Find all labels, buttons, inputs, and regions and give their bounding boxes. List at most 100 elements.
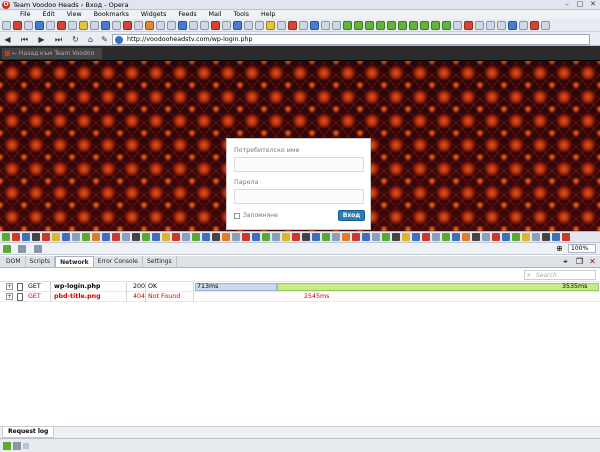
dock-icon[interactable]: ❐ [575, 257, 584, 266]
tab-icon[interactable] [90, 20, 99, 30]
menu-view[interactable]: View [61, 10, 88, 19]
menu-file[interactable]: File [0, 10, 37, 19]
tab-error-console[interactable]: Error Console [94, 256, 143, 267]
extension-icon[interactable] [552, 233, 560, 241]
tab-icon[interactable] [321, 20, 330, 30]
tab-icon[interactable] [354, 20, 363, 30]
tab-icon[interactable] [46, 20, 55, 30]
extension-icon[interactable] [562, 233, 570, 241]
extension-icon[interactable] [272, 233, 280, 241]
tab-icon[interactable] [211, 20, 220, 30]
tab-icon[interactable] [266, 20, 275, 30]
menu-feeds[interactable]: Feeds [172, 10, 202, 19]
extension-icon[interactable] [72, 233, 80, 241]
tab-request-log[interactable]: Request log [2, 427, 55, 438]
zoom-icon[interactable]: ⊕ [556, 244, 566, 253]
menu-mail[interactable]: Mail [203, 10, 228, 19]
extension-icon[interactable] [12, 233, 20, 241]
back-icon[interactable]: ◀ [3, 35, 12, 44]
extension-icon[interactable] [162, 233, 170, 241]
extension-icon[interactable] [122, 233, 130, 241]
search-input[interactable]: ⌕ Search [524, 270, 596, 280]
inspect-icon[interactable]: ⌖ [561, 257, 570, 266]
extension-icon[interactable] [242, 233, 250, 241]
extension-icon[interactable] [42, 233, 50, 241]
tab-icon[interactable] [464, 20, 473, 30]
menu-widgets[interactable]: Widgets [135, 10, 172, 19]
new-tab-icon[interactable] [541, 20, 550, 30]
extension-icon[interactable] [142, 233, 150, 241]
tab-icon[interactable] [35, 20, 44, 30]
tab-icon[interactable] [277, 20, 286, 30]
extension-icon[interactable] [372, 233, 380, 241]
tab-icon[interactable] [442, 20, 451, 30]
extension-icon[interactable] [492, 233, 500, 241]
extension-icon[interactable] [302, 233, 310, 241]
tab-icon[interactable] [222, 20, 231, 30]
tab-icon[interactable] [167, 20, 176, 30]
tab-icon[interactable] [255, 20, 264, 30]
rewind-icon[interactable]: ⏮ [20, 35, 29, 44]
extension-icon[interactable] [282, 233, 290, 241]
tab-icon[interactable] [57, 20, 66, 30]
close-icon[interactable]: ✕ [588, 0, 598, 9]
opera-logo-icon[interactable]: O [2, 1, 10, 9]
back-to-site-link[interactable]: ← Назад към Team Voodoo Heads [2, 48, 102, 68]
extension-icon[interactable] [2, 233, 10, 241]
extension-icon[interactable] [402, 233, 410, 241]
panel-toggle-icon[interactable] [2, 20, 11, 30]
extension-icon[interactable] [22, 233, 30, 241]
tab-icon[interactable] [189, 20, 198, 30]
tab-icon[interactable] [519, 20, 528, 30]
extension-icon[interactable] [212, 233, 220, 241]
reload-icon[interactable]: ↻ [71, 35, 80, 44]
extension-icon[interactable] [192, 233, 200, 241]
tab-icon[interactable] [475, 20, 484, 30]
tab-icon[interactable] [530, 20, 539, 30]
extension-icon[interactable] [202, 233, 210, 241]
tab-icon[interactable] [453, 20, 462, 30]
tab-icon[interactable] [123, 20, 132, 30]
extension-icon[interactable] [392, 233, 400, 241]
tab-icon[interactable] [233, 20, 242, 30]
tab-icon[interactable] [387, 20, 396, 30]
opera-tab-icon[interactable] [13, 20, 22, 30]
extension-icon[interactable] [512, 233, 520, 241]
url-text[interactable]: http://voodooheadstv.com/wp-login.php [127, 35, 252, 45]
extension-icon[interactable] [482, 233, 490, 241]
tab-icon[interactable] [101, 20, 110, 30]
table-row[interactable]: + GET wp-login.php 200 OK 713ms 3535ms [0, 282, 600, 292]
tab-icon[interactable] [178, 20, 187, 30]
extension-icon[interactable] [532, 233, 540, 241]
panel-icon[interactable] [13, 442, 21, 450]
extension-icon[interactable] [442, 233, 450, 241]
extension-icon[interactable] [452, 233, 460, 241]
menu-edit[interactable]: Edit [37, 10, 61, 19]
tab-icon[interactable] [420, 20, 429, 30]
speed-dial-icon[interactable] [3, 245, 11, 253]
extension-icon[interactable] [152, 233, 160, 241]
tab-icon[interactable] [24, 20, 33, 30]
panel-icon[interactable] [3, 442, 11, 450]
menu-bookmarks[interactable]: Bookmarks [88, 10, 135, 19]
remember-checkbox[interactable] [234, 213, 240, 219]
tab-icon[interactable] [68, 20, 77, 30]
extension-icon[interactable] [292, 233, 300, 241]
extension-icon[interactable] [222, 233, 230, 241]
tab-icon[interactable] [79, 20, 88, 30]
tab-icon[interactable] [343, 20, 352, 30]
extension-icon[interactable] [502, 233, 510, 241]
table-row[interactable]: + GET pbd-title.png 404 Not Found 2545ms [0, 292, 600, 302]
tab-icon[interactable] [299, 20, 308, 30]
extension-icon[interactable] [332, 233, 340, 241]
extension-icon[interactable] [132, 233, 140, 241]
tab-icon[interactable] [508, 20, 517, 30]
extension-icon[interactable] [102, 233, 110, 241]
maximize-icon[interactable]: □ [575, 0, 585, 9]
extension-icon[interactable] [362, 233, 370, 241]
username-field[interactable] [234, 157, 364, 172]
resize-grip-icon[interactable] [23, 443, 29, 449]
tab-icon[interactable] [288, 20, 297, 30]
tab-icon[interactable] [200, 20, 209, 30]
extension-icon[interactable] [432, 233, 440, 241]
